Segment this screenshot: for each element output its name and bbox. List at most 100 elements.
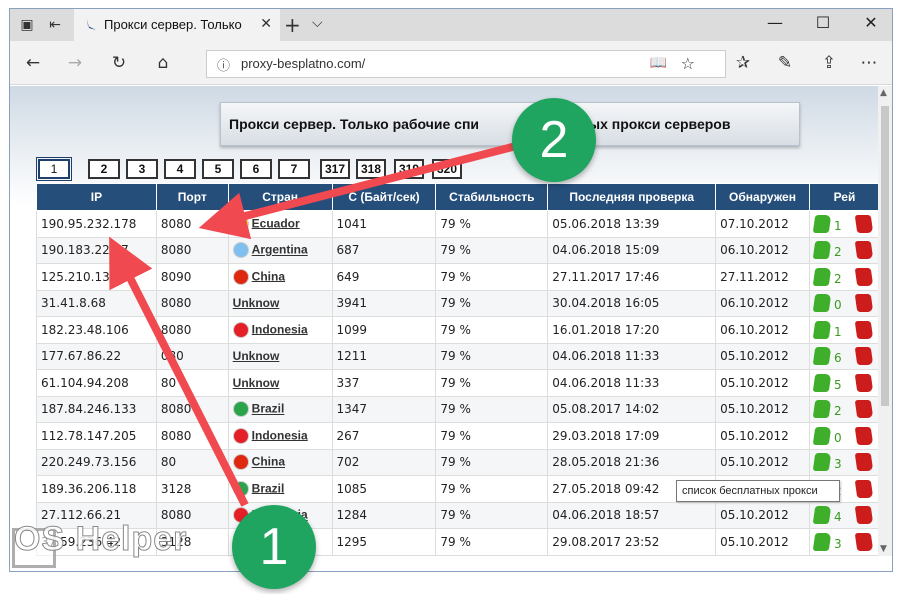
page-link-3[interactable]: 3 bbox=[126, 159, 158, 179]
address-text[interactable]: proxy-besplatno.com/ bbox=[241, 56, 365, 71]
more-menu-icon[interactable]: ⋯ bbox=[856, 51, 882, 75]
ip-cell: 187.84.246.133 bbox=[36, 395, 157, 423]
page-link-6[interactable]: 6 bbox=[240, 159, 272, 179]
thumbs-up-icon[interactable] bbox=[812, 373, 832, 392]
page-link-7[interactable]: 7 bbox=[278, 159, 310, 179]
country-cell: Ecuador bbox=[227, 210, 333, 238]
address-bar[interactable]: ⓘ proxy-besplatno.com/ 📖 ☆ bbox=[206, 50, 726, 78]
column-header[interactable]: Рей bbox=[808, 183, 880, 211]
column-header[interactable]: Последняя проверка bbox=[547, 183, 717, 211]
column-header[interactable]: Стабильность bbox=[435, 183, 549, 211]
country-link[interactable]: Indonesia bbox=[252, 428, 308, 442]
port-cell: 080 bbox=[155, 342, 229, 370]
page-link-319[interactable]: 319 bbox=[394, 159, 424, 179]
thumbs-down-icon[interactable] bbox=[854, 267, 873, 286]
column-header[interactable]: С (Байт/сек) bbox=[331, 183, 437, 211]
home-icon[interactable]: ⌂ bbox=[150, 51, 176, 75]
thumbs-up-icon[interactable] bbox=[812, 347, 832, 366]
close-tab-icon[interactable]: ✕ bbox=[260, 16, 272, 32]
set-aside-tabs-icon[interactable]: ⇤ bbox=[44, 15, 66, 35]
thumbs-down-icon[interactable] bbox=[854, 347, 873, 366]
thumbs-down-icon[interactable] bbox=[854, 532, 873, 551]
column-header[interactable]: IP bbox=[36, 183, 157, 211]
ip-cell: 125.210.130.2 bbox=[36, 263, 157, 291]
new-tab-button[interactable]: + bbox=[284, 13, 301, 37]
ip-cell: 31.41.8.68 bbox=[36, 289, 157, 317]
thumbs-up-icon[interactable] bbox=[812, 241, 832, 260]
thumbs-up-icon[interactable] bbox=[812, 506, 832, 525]
scroll-thumb[interactable] bbox=[881, 106, 889, 406]
column-header[interactable]: Порт bbox=[155, 183, 229, 211]
thumbs-up-icon[interactable] bbox=[812, 294, 832, 313]
tab-active[interactable]: Прокси сервер. Только ✕ bbox=[74, 9, 280, 41]
thumbs-up-icon[interactable] bbox=[812, 426, 832, 445]
close-window-button[interactable]: ✕ bbox=[856, 13, 886, 32]
country-link[interactable]: China bbox=[252, 455, 285, 469]
thumbs-down-icon[interactable] bbox=[854, 241, 873, 260]
stability-cell: 79 % bbox=[435, 210, 549, 238]
thumbs-down-icon[interactable] bbox=[854, 453, 873, 472]
thumbs-down-icon[interactable] bbox=[854, 373, 873, 392]
thumbs-down-icon[interactable] bbox=[854, 214, 873, 233]
country-link[interactable]: Unknow bbox=[233, 296, 280, 310]
table-row: 112.78.147.205 8080 Indonesia 267 79 % 29.03.… bbox=[36, 422, 880, 450]
scroll-up-icon[interactable]: ▲ bbox=[880, 88, 887, 98]
thumbs-up-icon[interactable] bbox=[812, 400, 832, 419]
chevron-down-icon[interactable]: ⌵ bbox=[312, 15, 323, 31]
country-link[interactable]: Argentina bbox=[252, 243, 308, 257]
thumbs-up-icon[interactable] bbox=[812, 320, 832, 339]
thumbs-down-icon[interactable] bbox=[854, 400, 873, 419]
reading-view-icon[interactable]: 📖 bbox=[650, 55, 667, 71]
found-cell: 27.11.2012 bbox=[715, 263, 810, 291]
ip-cell: 61.104.94.208 bbox=[36, 369, 157, 397]
refresh-icon[interactable]: ↻ bbox=[106, 51, 132, 75]
thumbs-up-icon[interactable] bbox=[812, 453, 832, 472]
back-arrow-icon[interactable]: ← bbox=[20, 51, 46, 75]
country-link[interactable]: Indonesia bbox=[252, 322, 308, 336]
ip-cell: 182.23.48.106 bbox=[36, 316, 157, 344]
thumbs-down-icon[interactable] bbox=[854, 320, 873, 339]
forward-arrow-icon[interactable]: → bbox=[62, 51, 88, 75]
vote-count: 3 bbox=[833, 536, 842, 551]
favorites-list-icon[interactable]: ✰ bbox=[730, 51, 756, 75]
info-icon[interactable]: ⓘ bbox=[217, 55, 230, 74]
vote-count: 6 bbox=[833, 351, 842, 366]
last-check-cell: 30.04.2018 16:05 bbox=[547, 289, 717, 317]
favorite-star-icon[interactable]: ☆ bbox=[681, 54, 695, 73]
vertical-scrollbar[interactable]: ▲ ▼ bbox=[878, 86, 892, 556]
page-link-318[interactable]: 318 bbox=[356, 159, 386, 179]
country-link[interactable]: Unknow bbox=[233, 349, 280, 363]
country-link[interactable]: Brazil bbox=[252, 481, 285, 495]
page-link-317[interactable]: 317 bbox=[320, 159, 350, 179]
country-link[interactable]: Unknow bbox=[233, 376, 280, 390]
column-header[interactable]: Стран bbox=[227, 183, 333, 211]
thumbs-up-icon[interactable] bbox=[812, 214, 832, 233]
thumbs-up-icon[interactable] bbox=[812, 267, 832, 286]
tab-preview-icon[interactable]: ▣ bbox=[16, 15, 38, 35]
thumbs-down-icon[interactable] bbox=[854, 294, 873, 313]
pen-icon[interactable]: ✎ bbox=[772, 51, 798, 75]
country-link[interactable]: Ecuador bbox=[252, 216, 300, 230]
found-cell: 05.10.2012 bbox=[715, 448, 810, 476]
ip-cell: 190.95.232.178 bbox=[36, 210, 157, 238]
share-icon[interactable]: ⇪ bbox=[816, 51, 842, 75]
page-link-2[interactable]: 2 bbox=[88, 159, 120, 179]
speed-cell: 1041 bbox=[331, 210, 437, 238]
minimize-button[interactable]: — bbox=[760, 13, 790, 32]
thumbs-down-icon[interactable] bbox=[854, 426, 873, 445]
page-link-1[interactable]: 1 bbox=[36, 157, 72, 181]
page-link-320[interactable]: 320 bbox=[432, 159, 462, 179]
table-row: 187.84.246.133 8080 Brazil 1347 79 % 05.08.20… bbox=[36, 395, 880, 423]
country-link[interactable]: China bbox=[252, 269, 285, 283]
thumbs-down-icon[interactable] bbox=[854, 479, 873, 498]
scroll-down-icon[interactable]: ▼ bbox=[880, 544, 887, 554]
ip-cell: 177.67.86.22 bbox=[36, 342, 157, 370]
maximize-button[interactable]: ☐ bbox=[808, 13, 838, 32]
page-link-4[interactable]: 4 bbox=[164, 159, 196, 179]
thumbs-down-icon[interactable] bbox=[854, 506, 873, 525]
page-link-5[interactable]: 5 bbox=[202, 159, 234, 179]
thumbs-up-icon[interactable] bbox=[812, 532, 832, 551]
country-link[interactable]: Brazil bbox=[252, 402, 285, 416]
column-header[interactable]: Обнаружен bbox=[715, 183, 810, 211]
stability-cell: 79 % bbox=[435, 369, 549, 397]
